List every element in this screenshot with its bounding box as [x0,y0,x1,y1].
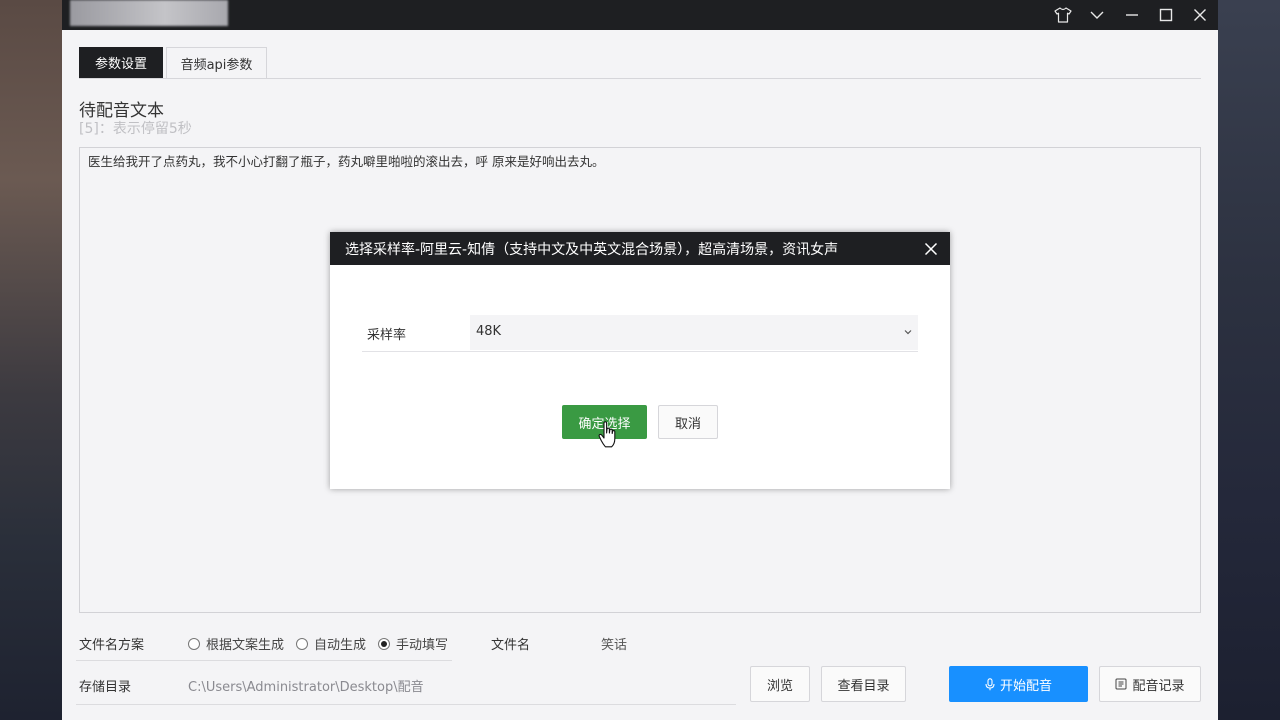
sample-rate-label: 采样率 [367,328,407,343]
filename-scheme-radio-group: 根据文案生成 自动生成 手动填写 [188,634,460,653]
sample-rate-field: 采样率 48K [362,313,918,352]
sample-rate-value: 48K [476,324,502,339]
sample-rate-dialog: 选择采样率-阿里云-知倩（支持中文及中英文混合场景），超高清场景，资讯女声 采样… [330,232,950,489]
tab-audio-api-params[interactable]: 音频api参数 [166,47,267,78]
hand-pointer-icon [598,421,616,448]
maximize-icon[interactable] [1153,3,1179,27]
minimize-icon[interactable] [1119,3,1145,27]
sample-rate-select[interactable]: 48K [470,315,918,350]
dialog-close-icon[interactable] [920,238,942,260]
dialog-header: 选择采样率-阿里云-知倩（支持中文及中英文混合场景），超高清场景，资讯女声 [330,232,950,265]
start-dubbing-label: 开始配音 [999,678,1052,694]
section-hint: [5]：表示停留5秒 [79,121,192,137]
storage-path[interactable]: C:\Users\Administrator\Desktop\配音 [188,676,424,695]
title-bar [62,0,1218,30]
dubbing-history-label: 配音记录 [1132,678,1185,694]
radio-label: 根据文案生成 [206,638,285,653]
tab-bar: 参数设置 音频api参数 [79,47,1201,79]
row-divider [76,704,736,705]
browse-button[interactable]: 浏览 [750,666,810,702]
chevron-down-icon[interactable] [1084,3,1110,27]
shirt-icon[interactable] [1050,3,1076,27]
radio-circle-icon [296,637,309,650]
radio-auto-generate[interactable]: 自动生成 [296,634,366,653]
tab-parameter-settings[interactable]: 参数设置 [79,47,163,78]
radio-manual-input[interactable]: 手动填写 [378,634,448,653]
app-logo [70,0,228,26]
view-directory-button[interactable]: 查看目录 [821,666,906,702]
dubbing-history-button[interactable]: 配音记录 [1099,666,1201,702]
filename-scheme-label: 文件名方案 [79,638,145,653]
chevron-down-icon [904,325,912,340]
filename-input[interactable]: 笑话 [601,634,751,653]
desktop-background-left [0,0,62,720]
filename-label: 文件名 [491,638,531,653]
radio-circle-icon [188,637,200,650]
radio-label: 手动填写 [396,638,449,653]
cancel-button[interactable]: 取消 [658,405,718,439]
microphone-icon [985,677,995,691]
dubbing-text-content: 医生给我开了点药丸，我不小心打翻了瓶子，药丸噼里啪啦的滚出去，呼 原来是好响出去… [88,154,605,169]
storage-dir-label: 存储目录 [79,680,132,695]
desktop-background-right [1218,0,1280,720]
dialog-title: 选择采样率-阿里云-知倩（支持中文及中英文混合场景），超高清场景，资讯女声 [345,241,839,258]
document-list-icon [1115,678,1127,690]
row-divider [76,660,452,661]
close-icon[interactable] [1187,3,1213,27]
radio-selected-icon [378,637,391,650]
radio-generate-from-text[interactable]: 根据文案生成 [188,634,284,653]
radio-label: 自动生成 [314,638,367,653]
start-dubbing-button[interactable]: 开始配音 [949,666,1088,702]
